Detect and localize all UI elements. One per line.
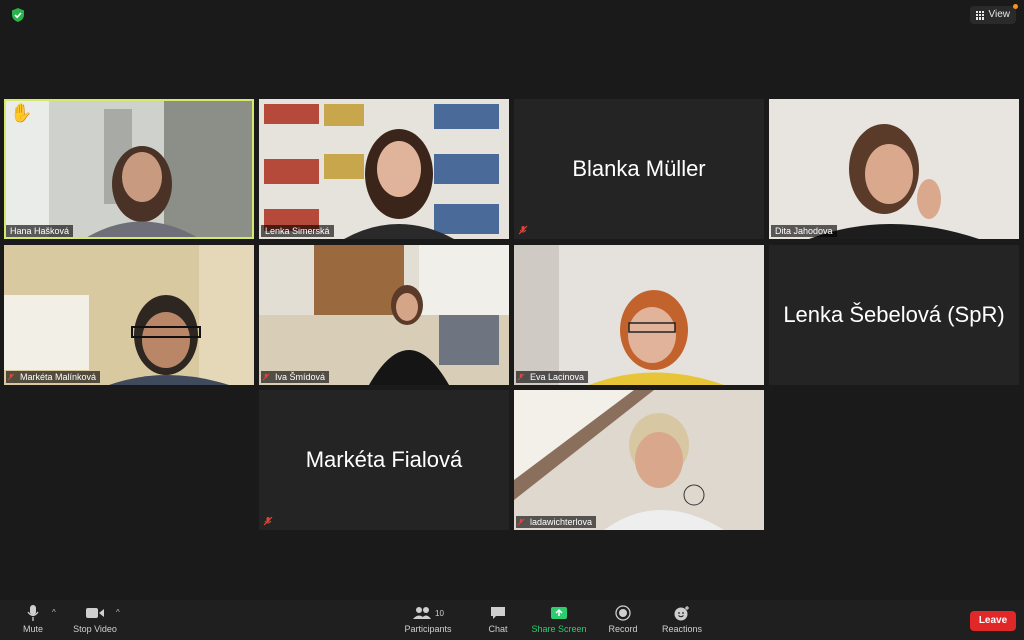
shield-check-icon[interactable] <box>10 7 26 23</box>
chevron-up-icon[interactable]: ^ <box>52 608 56 617</box>
video-feed <box>514 245 764 385</box>
raised-hand-icon: ✋ <box>10 103 33 123</box>
meeting-toolbar: Mute ^ Stop Video ^ 10 Participants Chat… <box>0 600 1024 640</box>
video-icon <box>86 608 104 618</box>
mic-off-icon <box>517 518 525 526</box>
participant-display-name: Markéta Fialová <box>305 447 463 472</box>
stop-video-button[interactable]: Stop Video <box>70 604 120 634</box>
participants-label: Participants <box>404 624 452 634</box>
share-screen-icon <box>551 607 567 619</box>
participant-display-name: Blanka Müller <box>572 156 706 181</box>
chat-icon <box>491 607 505 619</box>
mic-off-icon <box>262 373 270 381</box>
reactions-button[interactable]: Reactions <box>660 604 704 634</box>
video-feed <box>259 99 509 239</box>
participant-name: Markéta Malínková <box>6 371 101 383</box>
video-tile[interactable]: ladawichterlova <box>514 390 764 530</box>
video-tile[interactable]: Markéta Fialová <box>259 390 509 530</box>
mute-label: Mute <box>22 624 43 634</box>
participant-name: Hana Hašková <box>6 225 74 237</box>
chevron-up-icon[interactable]: ^ <box>116 608 120 617</box>
top-bar: View <box>0 0 1024 30</box>
video-tile[interactable]: Lenka Šebelová (SpR) <box>769 245 1019 385</box>
mic-off-icon <box>517 373 525 381</box>
video-tile[interactable]: Markéta Malínková <box>4 245 254 385</box>
view-label: View <box>988 9 1011 20</box>
chat-button[interactable]: Chat <box>484 604 512 634</box>
participant-name: Dita Jahodova <box>771 225 837 237</box>
participant-name: ladawichterlova <box>516 516 597 528</box>
participant-name: Lenka Simerská <box>261 225 334 237</box>
video-tile[interactable]: Blanka Müller <box>514 99 764 239</box>
view-button[interactable]: View <box>969 4 1018 24</box>
share-screen-button[interactable]: Share Screen <box>530 604 588 634</box>
video-feed <box>259 245 509 385</box>
video-feed <box>4 245 254 385</box>
notification-dot <box>1013 4 1018 9</box>
video-feed <box>4 99 254 239</box>
video-tile[interactable]: Eva Lacinova <box>514 245 764 385</box>
participant-name: Eva Lacinova <box>516 371 589 383</box>
record-button[interactable]: Record <box>606 604 640 634</box>
participant-name: Iva Šmídová <box>261 371 330 383</box>
video-tile[interactable]: ✋ Hana Hašková <box>4 99 254 239</box>
video-feed <box>769 99 1019 239</box>
video-feed <box>514 390 764 530</box>
record-icon <box>615 605 631 621</box>
video-tile[interactable]: Dita Jahodova <box>769 99 1019 239</box>
reactions-label: Reactions <box>661 624 703 634</box>
participants-count: 10 <box>435 608 444 618</box>
record-label: Record <box>608 624 638 634</box>
mic-off-icon <box>263 516 273 526</box>
mic-icon <box>27 605 39 621</box>
mic-off-icon <box>518 225 528 235</box>
participant-display-name: Lenka Šebelová (SpR) <box>783 302 1005 327</box>
leave-button[interactable]: Leave <box>970 611 1016 631</box>
participants-icon <box>413 607 432 619</box>
chat-label: Chat <box>488 624 508 634</box>
participants-button[interactable]: 10 Participants <box>400 604 456 634</box>
mute-button[interactable]: Mute <box>18 604 48 634</box>
share-screen-label: Share Screen <box>531 624 587 634</box>
reactions-icon <box>674 606 689 621</box>
video-tile[interactable]: Iva Šmídová <box>259 245 509 385</box>
grid-icon <box>975 10 985 20</box>
stop-video-label: Stop Video <box>73 624 117 634</box>
mic-off-icon <box>7 373 15 381</box>
video-tile[interactable]: Lenka Simerská <box>259 99 509 239</box>
